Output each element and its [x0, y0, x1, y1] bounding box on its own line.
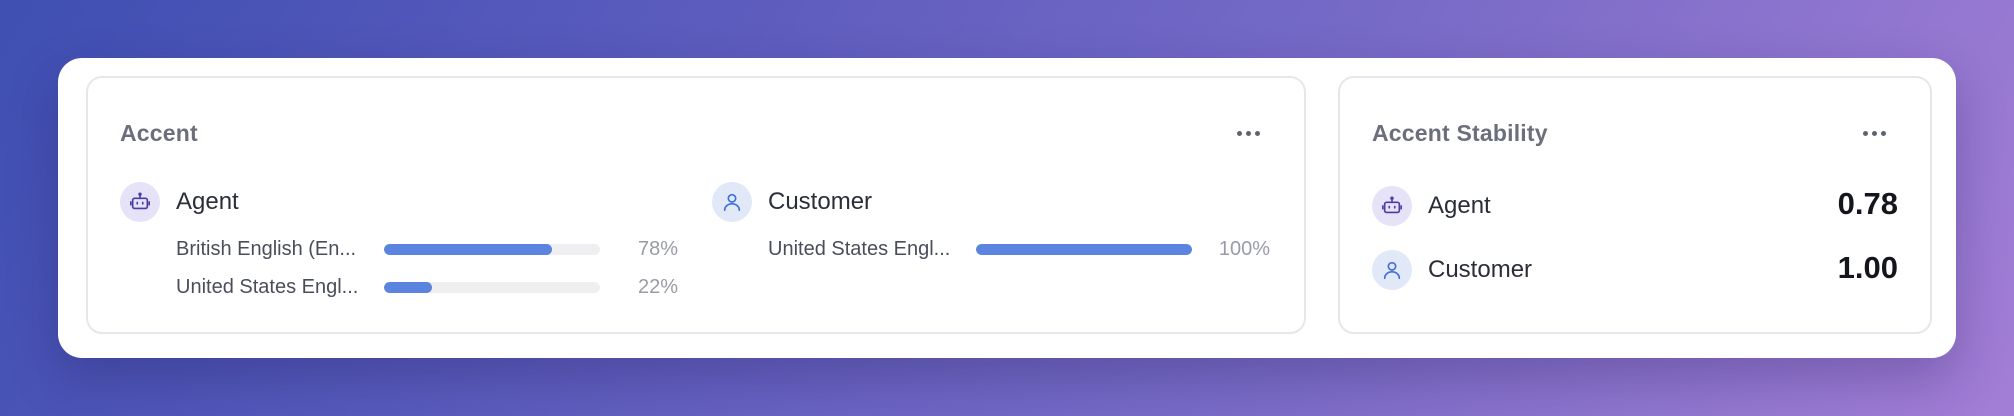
agent-accent-percent: 22%: [637, 276, 678, 298]
customer-column-name: Customer: [768, 188, 873, 215]
customer-accent-label: United States Engl...: [768, 238, 951, 260]
robot-icon: [1382, 196, 1402, 214]
stability-value: 1.00: [1837, 250, 1898, 285]
agent-accent-bar: [384, 244, 600, 255]
agent-accent-bar-fill: [384, 282, 432, 293]
customer-accent-percent: 100%: [1218, 238, 1270, 260]
more-dot-icon: [1871, 130, 1877, 136]
accent-stability-title: Accent Stability: [1372, 120, 1548, 146]
stability-speaker-name: Customer: [1428, 256, 1533, 283]
customer-accent-bar: [976, 244, 1192, 255]
agent-accent-label: United States Engl...: [176, 276, 359, 298]
agent-avatar: [1372, 186, 1412, 226]
robot-icon: [130, 192, 150, 210]
more-dot-icon: [1254, 130, 1260, 136]
accent-more-options-button[interactable]: [1230, 118, 1266, 148]
more-dot-icon: [1862, 130, 1868, 136]
agent-accent-bar: [384, 282, 600, 293]
agent-column-name: Agent: [176, 188, 239, 215]
agent-accent-label: British English (En...: [176, 238, 357, 260]
accent-card: Accent Agent British English (En... 78% …: [86, 76, 1306, 334]
user-icon: [723, 193, 741, 212]
more-dot-icon: [1245, 130, 1251, 136]
more-dot-icon: [1880, 130, 1886, 136]
customer-avatar: [1372, 250, 1412, 290]
user-icon: [1383, 261, 1401, 280]
stability-more-options-button[interactable]: [1856, 118, 1892, 148]
stability-value: 0.78: [1837, 186, 1898, 221]
agent-accent-percent: 78%: [637, 238, 678, 260]
agent-accent-bar-fill: [384, 244, 553, 255]
dashboard-panel: Accent Agent British English (En... 78% …: [58, 58, 1956, 358]
stability-speaker-name: Agent: [1428, 192, 1491, 219]
agent-avatar: [120, 182, 160, 222]
accent-stability-card: Accent Stability Agent 0.78 Customer 1.0…: [1338, 76, 1932, 334]
customer-avatar: [712, 182, 752, 222]
customer-accent-bar-fill: [976, 244, 1192, 255]
more-dot-icon: [1236, 130, 1242, 136]
accent-card-title: Accent: [120, 120, 198, 146]
